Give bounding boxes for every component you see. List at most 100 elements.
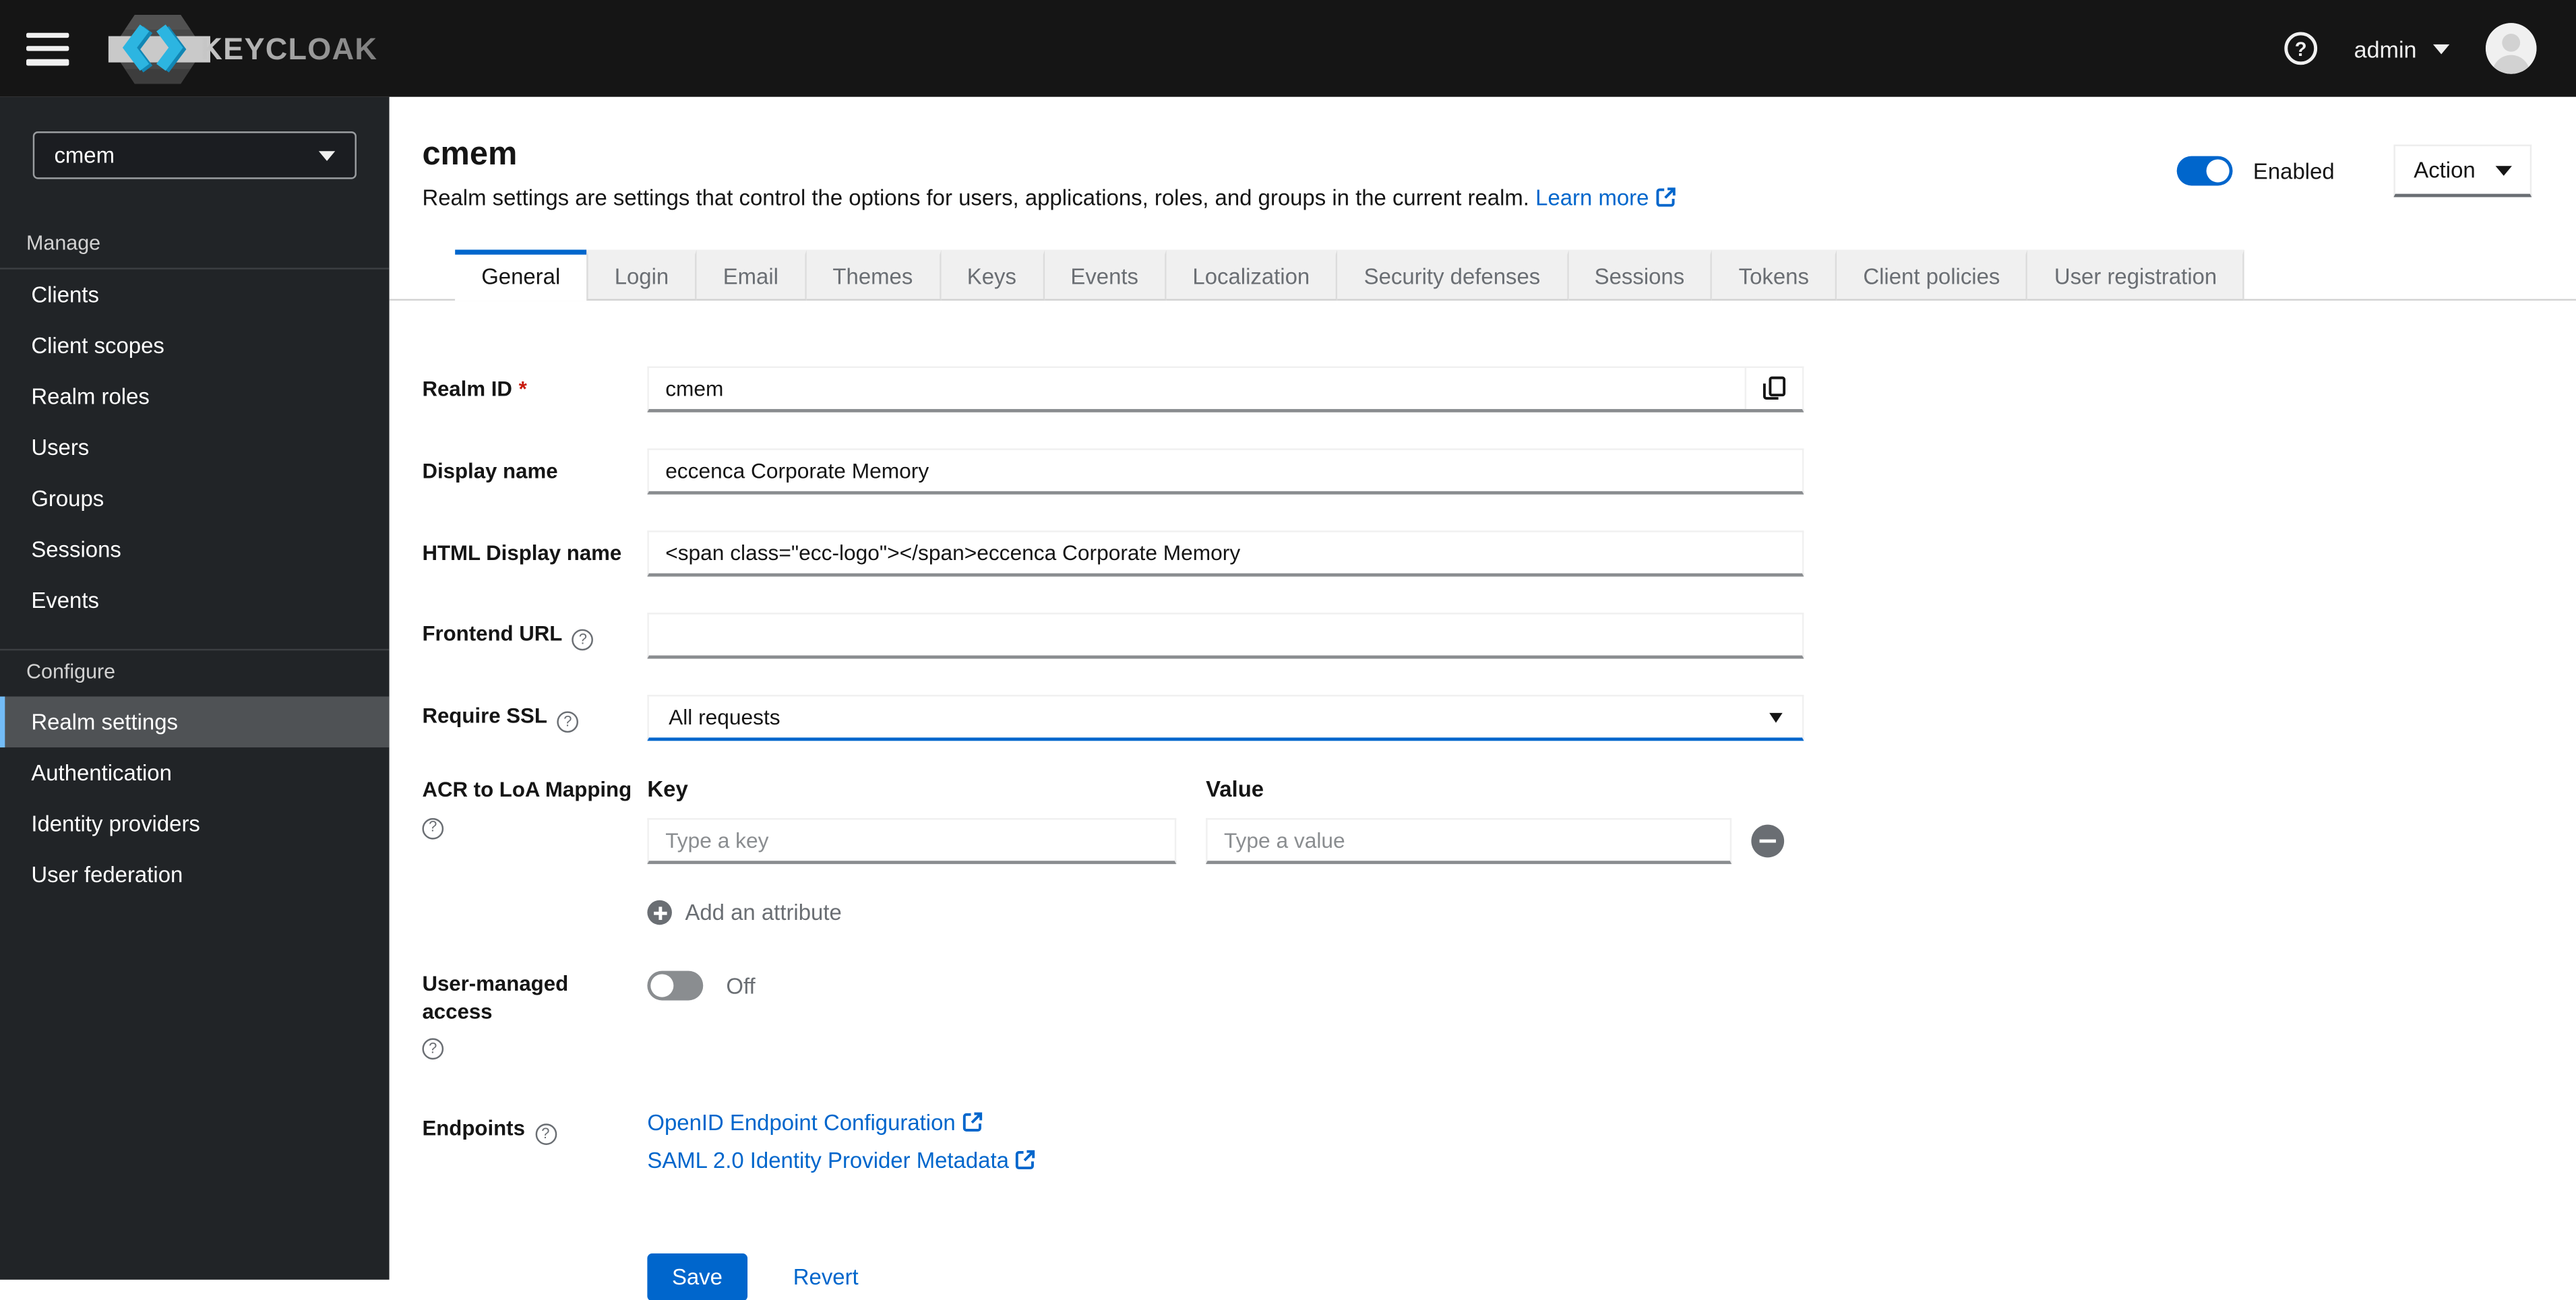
nav-group-configure: Configure Realm settings Authentication … (0, 648, 390, 900)
nav-section-title-configure: Configure (26, 660, 116, 683)
chevron-down-icon (1769, 712, 1783, 722)
user-menu-dropdown[interactable]: admin (2354, 35, 2450, 61)
realm-id-input-group (647, 366, 1804, 412)
help-question-icon[interactable]: ? (422, 1039, 444, 1060)
sidebar-item-clients[interactable]: Clients (0, 270, 390, 321)
display-name-input[interactable] (647, 448, 1804, 495)
tab-bar: General Login Email Themes Keys Events L… (389, 249, 2576, 301)
general-settings-form: Realm ID* Display name (390, 301, 2576, 1300)
endpoints-row: Endpoints? OpenID Endpoint Configuration… (422, 1110, 2576, 1174)
require-ssl-select[interactable]: All requests (647, 695, 1804, 741)
saml-idp-metadata-link[interactable]: SAML 2.0 Identity Provider Metadata (647, 1148, 1804, 1174)
chevron-down-icon (2494, 164, 2512, 175)
tab-sessions[interactable]: Sessions (1568, 249, 1713, 301)
tab-login[interactable]: Login (586, 249, 697, 301)
page-description: Realm settings are settings that control… (422, 185, 1675, 212)
help-question-icon[interactable]: ? (572, 629, 594, 651)
html-display-name-input[interactable] (647, 530, 1804, 577)
frontend-url-input[interactable] (647, 613, 1804, 659)
sidebar: cmem Manage Clients Client scopes Realm … (0, 96, 390, 1280)
sidebar-item-client-scopes[interactable]: Client scopes (0, 320, 390, 371)
plus-circle-icon (647, 900, 672, 925)
openid-endpoint-configuration-link[interactable]: OpenID Endpoint Configuration (647, 1110, 1804, 1136)
external-link-icon (1016, 1149, 1035, 1174)
required-asterisk: * (518, 375, 527, 400)
tab-security-defenses[interactable]: Security defenses (1337, 249, 1568, 301)
uma-label: User-managed access ? (422, 971, 647, 1061)
realm-selector-value: cmem (54, 143, 115, 168)
endpoints-label: Endpoints? (422, 1110, 647, 1145)
acr-loa-row: ACR to LoA Mapping ? Key Value Type a ke… (422, 777, 2576, 925)
realm-enabled-toggle[interactable] (2177, 156, 2234, 186)
learn-more-link[interactable]: Learn more (1535, 185, 1675, 210)
sidebar-item-realm-settings[interactable]: Realm settings (0, 696, 390, 748)
tab-keys[interactable]: Keys (940, 249, 1045, 301)
page-header: cmem Realm settings are settings that co… (390, 97, 2576, 212)
acr-loa-headers: Key Value (647, 777, 1830, 802)
sidebar-item-events[interactable]: Events (0, 575, 390, 626)
nav-group-manage: Manage Clients Client scopes Realm roles… (0, 222, 390, 626)
keycloak-logo[interactable]: KEYCLOAK (105, 7, 377, 90)
tab-email[interactable]: Email (696, 249, 807, 301)
hamburger-menu-icon[interactable] (26, 32, 69, 65)
revert-button[interactable]: Revert (793, 1264, 859, 1289)
keycloak-hexagon-icon (108, 13, 210, 84)
main-content: cmem Realm settings are settings that co… (389, 96, 2576, 1300)
realm-id-label: Realm ID * (422, 375, 527, 400)
save-button[interactable]: Save (647, 1252, 747, 1300)
nav-section-title-manage: Manage (26, 231, 101, 255)
avatar[interactable] (2485, 23, 2537, 74)
uma-toggle[interactable] (647, 970, 704, 1001)
brand-text: KEYCLOAK (200, 30, 377, 67)
copy-button[interactable] (1744, 368, 1802, 409)
tab-localization[interactable]: Localization (1166, 249, 1338, 301)
require-ssl-value: All requests (669, 704, 780, 730)
tab-tokens[interactable]: Tokens (1712, 249, 1837, 301)
realm-selector-dropdown[interactable]: cmem (32, 131, 357, 179)
chevron-down-icon (318, 150, 336, 160)
acr-value-input[interactable] (1206, 817, 1732, 865)
external-link-icon (1655, 187, 1675, 212)
realm-id-row: Realm ID * (422, 366, 2576, 412)
help-question-icon[interactable]: ? (557, 711, 579, 733)
acr-loa-mapping-row (647, 817, 1830, 865)
tab-client-policies[interactable]: Client policies (1837, 249, 2028, 301)
remove-attribute-button[interactable] (1751, 824, 1785, 858)
keycloak-admin-console: KEYCLOAK ? admin cmem Manage Clients Cli… (0, 0, 2576, 1300)
sidebar-item-authentication[interactable]: Authentication (0, 747, 390, 799)
masthead: KEYCLOAK ? admin (0, 0, 2576, 97)
sidebar-item-realm-roles[interactable]: Realm roles (0, 371, 390, 423)
svg-text:?: ? (2294, 39, 2306, 61)
sidebar-item-users[interactable]: Users (0, 422, 390, 473)
sidebar-item-identity-providers[interactable]: Identity providers (0, 799, 390, 850)
display-name-row: Display name (422, 448, 2576, 495)
help-icon[interactable]: ? (2283, 31, 2318, 65)
uma-row: User-managed access ? Off (422, 970, 2576, 1061)
tab-general[interactable]: General (455, 249, 587, 301)
value-column-header: Value (1206, 776, 1264, 802)
form-actions: Save Revert (647, 1252, 2576, 1300)
sidebar-item-sessions[interactable]: Sessions (0, 524, 390, 576)
key-column-header: Key (647, 776, 688, 802)
add-attribute-button[interactable]: Add an attribute (647, 900, 842, 925)
enabled-label: Enabled (2252, 158, 2335, 183)
acr-loa-label: ACR to LoA Mapping ? (422, 777, 647, 839)
sidebar-item-groups[interactable]: Groups (0, 473, 390, 524)
help-question-icon[interactable]: ? (422, 817, 444, 839)
page-title: cmem (422, 136, 518, 173)
tab-events[interactable]: Events (1044, 249, 1167, 301)
html-display-name-row: HTML Display name (422, 530, 2576, 577)
uma-state-label: Off (726, 973, 756, 998)
frontend-url-label: Frontend URL? (422, 621, 647, 651)
sidebar-item-user-federation[interactable]: User federation (0, 849, 390, 900)
external-link-icon (962, 1111, 982, 1136)
acr-key-input[interactable] (647, 817, 1177, 865)
tab-themes[interactable]: Themes (806, 249, 941, 301)
help-question-icon[interactable]: ? (534, 1123, 557, 1145)
display-name-label: Display name (422, 458, 558, 483)
action-dropdown[interactable]: Action (2393, 144, 2532, 197)
username: admin (2354, 35, 2417, 62)
tab-user-registration[interactable]: User registration (2027, 249, 2245, 301)
realm-id-input[interactable] (648, 368, 1745, 409)
require-ssl-row: Require SSL? All requests (422, 695, 2576, 741)
